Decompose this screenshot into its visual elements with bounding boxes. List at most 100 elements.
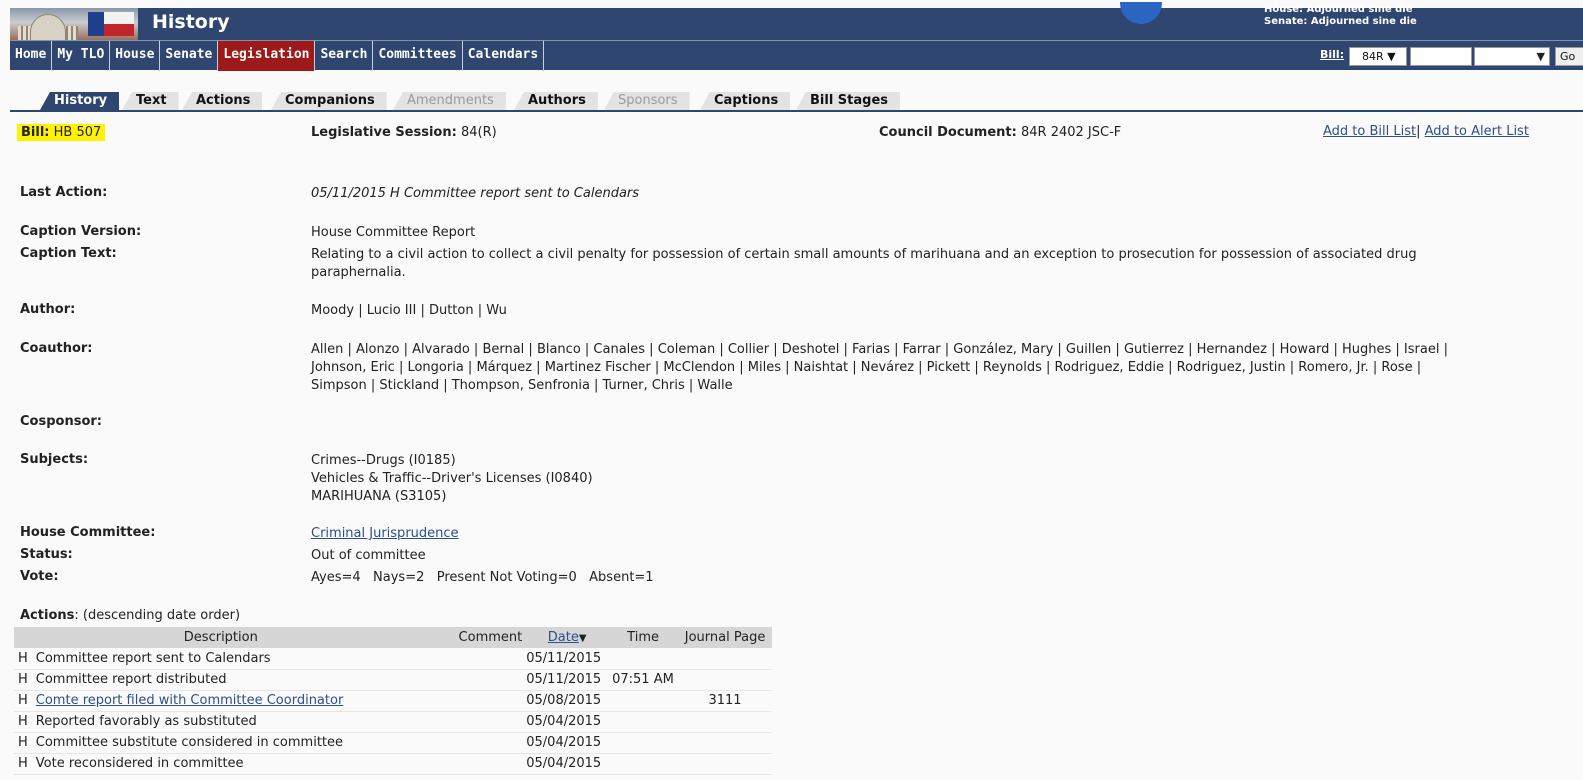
action-date: 05/04/2015 [526,735,602,750]
action-date: 05/11/2015 [526,650,602,666]
coauthor-line: Allen | Alonzo | Alvarado | Bernal | Bla… [311,342,1448,357]
bill-type-select[interactable]: ▼ [1474,47,1550,66]
session-select[interactable]: 84R ▼ [1349,47,1407,66]
actions-header-row: Description Comment Date▼ Time Journal P… [14,627,772,648]
nav-my-tlo[interactable]: My TLO [52,41,111,71]
action-date: 05/04/2015 [526,756,602,771]
comment-column-header: Comment [427,627,527,648]
cosponsor-label: Cosponsor: [20,414,102,429]
bill-number: HB 507 [53,125,102,140]
status-value: Out of committee [311,548,426,563]
description-column-header: Description [14,627,428,648]
journal-page-column-header: Journal Page [678,627,772,648]
chamber-status: House: Adjourned sine die Senate: Adjour… [1264,4,1417,28]
date-column-header[interactable]: Date▼ [526,627,609,648]
action-time: 07:51 AM [612,672,674,687]
coauthor-label: Coauthor: [20,341,93,356]
caption-text-value: Relating to a civil action to collect a … [311,246,1417,282]
caption-text-label: Caption Text: [20,246,117,261]
coauthor-line: Simpson | Stickland | Thompson, Senfroni… [311,378,733,393]
session-label: Legislative Session: [311,125,457,140]
actions-order-note: : (descending date order) [74,608,241,623]
action-chamber: H [18,714,28,729]
house-committee-label: House Committee: [20,525,156,540]
action-row: H Vote reconsidered in committee 05/04/201… [14,753,772,775]
actions-table: Description Comment Date▼ Time Journal P… [14,627,772,775]
legislative-session: Legislative Session: 84(R) [311,125,497,140]
action-description-link[interactable]: Comte report filed with Committee Coordi… [36,693,344,708]
bill-search-label: Bill: [1320,48,1345,61]
caption-text-line: paraphernalia. [311,265,406,280]
actions-body: H Committee report sent to Calendars 05/11… [14,648,772,775]
tab-text[interactable]: Text [122,92,179,110]
action-description: Vote reconsidered in committee [35,756,244,771]
caption-version-value: House Committee Report [311,225,476,240]
bill-number-box: Bill: HB 507 [17,124,106,141]
bill-label: Bill: [21,125,50,140]
subject-item: Crimes--Drugs (I0185) [311,453,456,468]
tab-companions[interactable]: Companions [271,92,387,110]
actions-title: Actions [20,608,75,623]
add-to-bill-list-link[interactable]: Add to Bill List [1323,124,1416,139]
action-date: 05/04/2015 [526,714,602,729]
add-to-alert-list-link[interactable]: Add to Alert List [1425,124,1529,139]
site-header: History House: Adjourned sine die Senate… [10,2,1583,40]
coauthor-value: Allen | Alonzo | Alvarado | Bernal | Bla… [311,341,1448,395]
vote-label: Vote: [20,569,59,584]
last-action-label: Last Action: [20,185,108,200]
action-description: Committee report sent to Calendars [35,650,271,666]
nav-committees[interactable]: Committees [373,41,463,71]
go-button[interactable]: Go [1555,47,1583,66]
list-links: Add to Bill List| Add to Alert List [1323,124,1529,139]
action-chamber: H [18,693,28,708]
caption-version-label: Caption Version: [20,224,142,239]
tab-bill-stages[interactable]: Bill Stages [796,92,901,110]
status-label: Status: [20,547,73,562]
link-separator: | [1416,124,1421,139]
author-label: Author: [20,302,76,317]
action-description: Committee substitute considered in commi… [35,735,344,750]
nav-house[interactable]: House [110,41,161,71]
house-committee-link[interactable]: Criminal Jurisprudence [311,525,459,543]
action-date: 05/08/2015 [526,693,602,708]
house-status: House: Adjourned sine die [1264,4,1413,15]
senate-status: Senate: Adjourned sine die [1264,16,1417,27]
nav-calendars[interactable]: Calendars [463,41,545,71]
bill-number-input[interactable] [1410,47,1472,66]
subject-item: MARIHUANA (S3105) [311,489,447,504]
action-row: H Committee report sent to Calendars 05/11… [14,648,772,670]
action-date: 05/11/2015 [526,672,602,687]
action-description: Committee report distributed [35,672,227,687]
action-row: H Comte report filed with Committee Coord… [14,690,772,712]
nav-menu: Home My TLO House Senate Legislation Search Co… [10,41,545,71]
time-column-header: Time [608,627,679,648]
main-nav: Home My TLO House Senate Legislation Search Co… [10,40,1583,71]
caption-text-line: Relating to a civil action to collect a … [311,247,1417,262]
action-chamber: H [18,672,28,687]
council-value: 84R 2402 JSC-F [1020,125,1122,140]
nav-senate[interactable]: Senate [160,41,219,71]
tab-captions[interactable]: Captions [700,92,791,110]
council-document: Council Document: 84R 2402 JSC-F [879,125,1121,140]
subjects-label: Subjects: [20,452,89,467]
tab-history[interactable]: History [40,92,120,110]
page-title: History [152,11,230,33]
nav-legislation[interactable]: Legislation [218,41,316,71]
nav-home[interactable]: Home [10,41,53,71]
actions-heading: Actions: (descending date order) [20,608,240,623]
date-sort-link[interactable]: Date [548,630,579,645]
council-label: Council Document: [879,125,1017,140]
sort-descending-icon: ▼ [578,633,587,644]
action-chamber: H [18,650,28,666]
action-row: H Reported favorably as substituted 05/04/… [14,711,772,733]
tab-actions[interactable]: Actions [182,92,263,110]
coauthor-line: Johnson, Eric | Longoria | Márquez | Mar… [311,360,1422,375]
tab-authors[interactable]: Authors [514,92,598,110]
action-chamber: H [18,735,28,750]
action-chamber: H [18,756,28,771]
subjects-list: Crimes--Drugs (I0185) Vehicles & Traffic… [311,452,593,506]
subject-item: Vehicles & Traffic--Driver's Licenses (I… [311,471,593,486]
decorative-swoosh [1120,2,1162,24]
action-journal-page: 3111 [708,693,742,708]
nav-search[interactable]: Search [315,41,374,71]
